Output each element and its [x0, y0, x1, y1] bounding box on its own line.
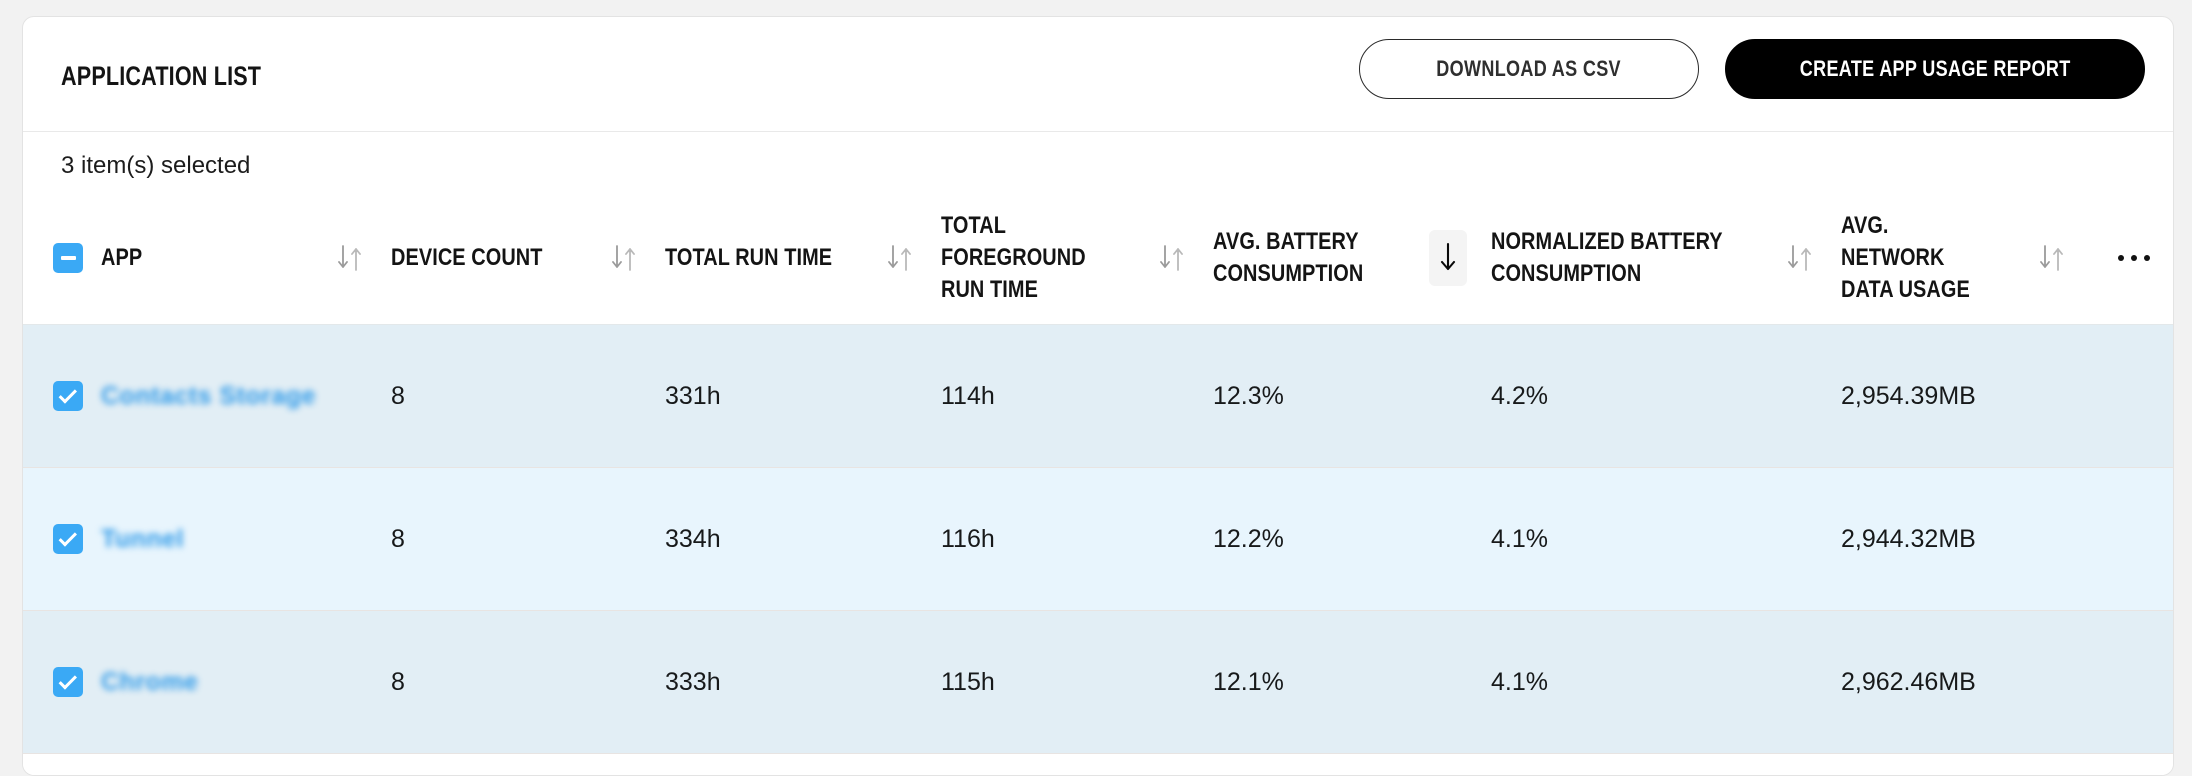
cell-avg-battery-consumption: 12.1% [1213, 611, 1491, 754]
indeterminate-dash-icon [61, 256, 76, 260]
cell-app: Tunnel [101, 468, 391, 611]
sort-icon-avg-battery-consumption-active[interactable] [1429, 230, 1467, 286]
column-header-avg-battery-consumption-label: AVG. BATTERY CONSUMPTION [1213, 226, 1386, 290]
sort-icon-device-count[interactable] [607, 240, 641, 276]
cell-avg-battery-consumption: 12.1% [1213, 754, 1491, 776]
sort-icon-avg-network-data-usage[interactable] [2035, 240, 2069, 276]
row-checkbox[interactable] [53, 667, 83, 697]
page-title: APPLICATION LIST [61, 61, 261, 92]
row-select-cell [23, 754, 101, 776]
table-header: APP DEVICE COUNT [23, 192, 2174, 325]
header-actions: DOWNLOAD AS CSV CREATE APP USAGE REPORT [1359, 39, 2145, 99]
application-table: APP DEVICE COUNT [23, 192, 2174, 776]
row-checkbox[interactable] [53, 381, 83, 411]
table-body: Contacts Storage 8 331h 114h 12.3% 4.2% … [23, 325, 2174, 776]
sort-icon-app[interactable] [333, 240, 367, 276]
cell-row-options [2093, 325, 2174, 468]
row-select-cell [23, 468, 101, 611]
cell-normalized-battery-consumption: 4.1% [1491, 611, 1841, 754]
check-icon [58, 385, 76, 403]
column-header-avg-network-data-usage[interactable]: AVG. NETWORK DATA USAGE [1841, 192, 2093, 325]
row-select-cell [23, 325, 101, 468]
row-select-cell [23, 611, 101, 754]
column-header-total-foreground-run-time[interactable]: TOTAL FOREGROUND RUN TIME [941, 192, 1213, 325]
selected-count-label: 3 item(s) selected [61, 152, 250, 180]
column-header-app-label: APP [101, 242, 287, 274]
column-header-device-count[interactable]: DEVICE COUNT [391, 192, 665, 325]
cell-device-count: 8 [391, 325, 665, 468]
sort-icon-total-foreground-run-time[interactable] [1155, 240, 1189, 276]
column-header-total-foreground-run-time-label: TOTAL FOREGROUND RUN TIME [941, 210, 1112, 306]
sort-icon-total-run-time[interactable] [883, 240, 917, 276]
table-row[interactable]: Chrome 8 333h 115h 12.1% 4.1% 2,962.46MB [23, 611, 2174, 754]
cell-avg-network-data-usage: 2,954.39MB [1841, 325, 2093, 468]
table-row[interactable]: Contacts Storage 8 331h 114h 12.3% 4.2% … [23, 325, 2174, 468]
dot-icon [2144, 255, 2150, 261]
download-as-csv-label: DOWNLOAD AS CSV [1437, 56, 1622, 82]
cell-app: Contacts Storage [101, 325, 391, 468]
cell-total-foreground-run-time: 115h [941, 611, 1213, 754]
column-header-app[interactable]: APP [101, 192, 391, 325]
table-row[interactable]: Tunnel 8 334h 116h 12.2% 4.1% 2,944.32MB [23, 468, 2174, 611]
create-app-usage-report-label: CREATE APP USAGE REPORT [1800, 56, 2071, 82]
cell-avg-network-data-usage: 2,964.32MB [1841, 754, 2093, 776]
table-header-row: APP DEVICE COUNT [23, 192, 2174, 325]
column-header-avg-battery-consumption[interactable]: AVG. BATTERY CONSUMPTION [1213, 192, 1491, 325]
app-name[interactable]: Contacts Storage [101, 382, 316, 411]
cell-normalized-battery-consumption: 4.1% [1491, 468, 1841, 611]
cell-app: Galaxy Store Beta [101, 754, 391, 776]
app-name[interactable]: Chrome [101, 668, 198, 697]
cell-device-count: 8 [391, 468, 665, 611]
cell-total-run-time: 333h [665, 611, 941, 754]
cell-total-run-time: 331h [665, 325, 941, 468]
column-header-normalized-battery-consumption[interactable]: NORMALIZED BATTERY CONSUMPTION [1491, 192, 1841, 325]
cell-total-run-time: 980h [665, 754, 941, 776]
application-list-card: APPLICATION LIST DOWNLOAD AS CSV CREATE … [22, 16, 2174, 776]
cell-total-foreground-run-time: 114h [941, 325, 1213, 468]
cell-row-options [2093, 754, 2174, 776]
cell-row-options [2093, 468, 2174, 611]
selection-status-bar: 3 item(s) selected [23, 132, 2173, 192]
cell-app: Chrome [101, 611, 391, 754]
cell-total-run-time: 334h [665, 468, 941, 611]
dot-icon [2131, 255, 2137, 261]
column-header-device-count-label: DEVICE COUNT [391, 242, 564, 274]
cell-device-count: 8 [391, 611, 665, 754]
download-as-csv-button[interactable]: DOWNLOAD AS CSV [1359, 39, 1699, 99]
column-header-normalized-battery-consumption-label: NORMALIZED BATTERY CONSUMPTION [1491, 226, 1727, 290]
card-header: APPLICATION LIST DOWNLOAD AS CSV CREATE … [23, 17, 2173, 132]
cell-avg-network-data-usage: 2,944.32MB [1841, 468, 2093, 611]
cell-device-count: 24 [391, 754, 665, 776]
more-options-icon[interactable] [2093, 192, 2174, 324]
column-header-total-run-time[interactable]: TOTAL RUN TIME [665, 192, 941, 325]
column-options-header-cell [2093, 192, 2174, 325]
sort-icon-normalized-battery-consumption[interactable] [1783, 240, 1817, 276]
create-app-usage-report-button[interactable]: CREATE APP USAGE REPORT [1725, 39, 2145, 99]
cell-avg-network-data-usage: 2,962.46MB [1841, 611, 2093, 754]
row-checkbox[interactable] [53, 524, 83, 554]
cell-normalized-battery-consumption: 4.1% [1491, 754, 1841, 776]
cell-total-foreground-run-time: 341h [941, 754, 1213, 776]
select-all-header-cell [23, 192, 101, 325]
cell-avg-battery-consumption: 12.2% [1213, 468, 1491, 611]
check-icon [58, 671, 76, 689]
column-header-avg-network-data-usage-label: AVG. NETWORK DATA USAGE [1841, 210, 1995, 306]
app-name[interactable]: Tunnel [101, 525, 184, 554]
cell-total-foreground-run-time: 116h [941, 468, 1213, 611]
column-header-total-run-time-label: TOTAL RUN TIME [665, 242, 839, 274]
table-row[interactable]: Galaxy Store Beta 24 980h 341h 12.1% 4.1… [23, 754, 2174, 776]
check-icon [58, 528, 76, 546]
cell-row-options [2093, 611, 2174, 754]
dot-icon [2118, 255, 2124, 261]
cell-avg-battery-consumption: 12.3% [1213, 325, 1491, 468]
cell-normalized-battery-consumption: 4.2% [1491, 325, 1841, 468]
select-all-checkbox[interactable] [53, 243, 83, 273]
